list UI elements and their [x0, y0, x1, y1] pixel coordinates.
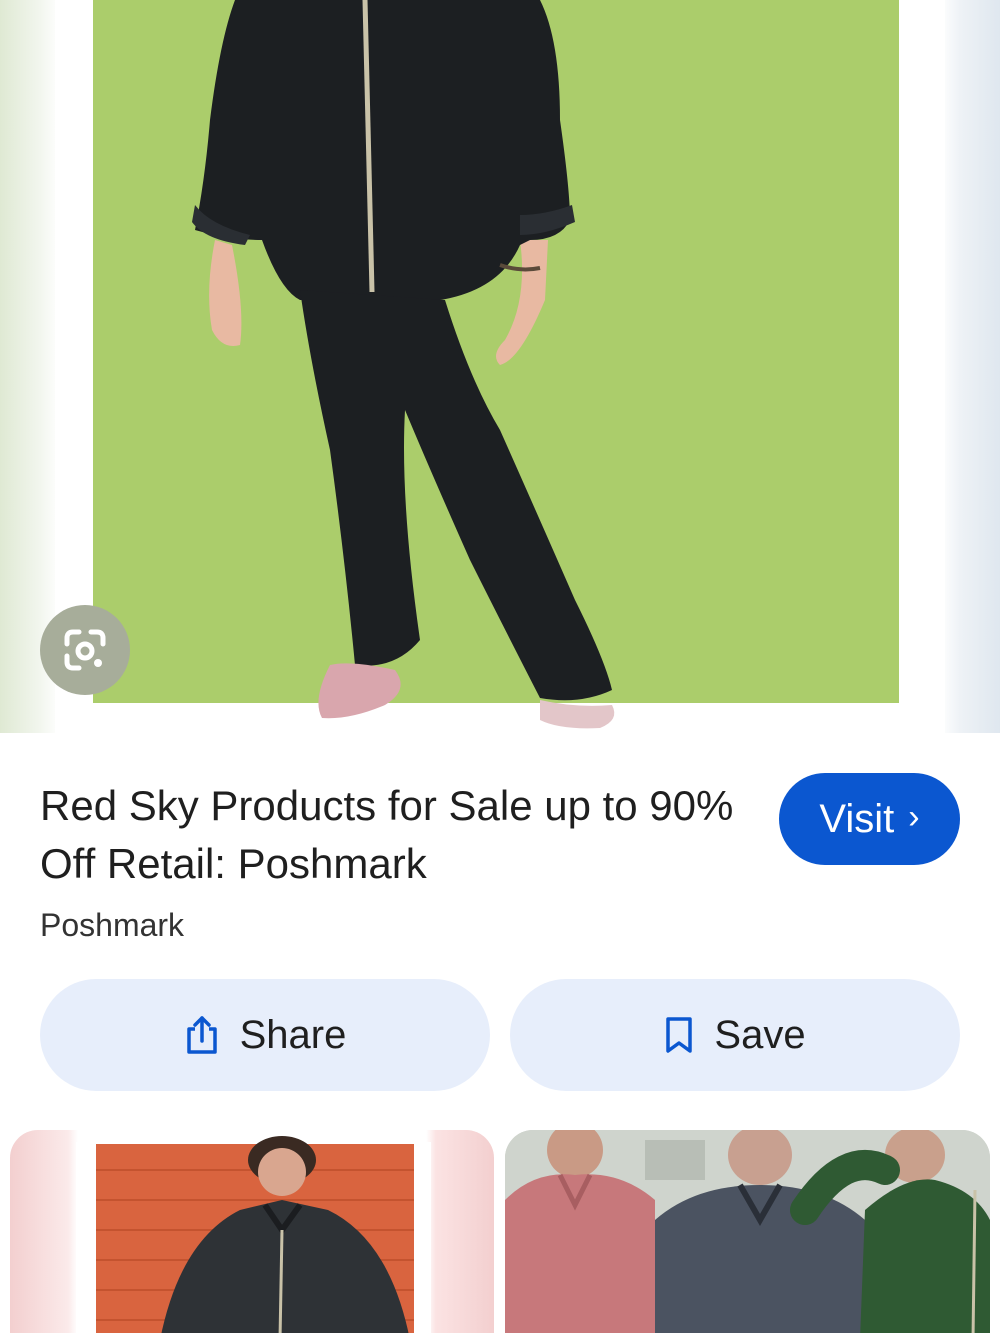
share-icon [186, 1016, 217, 1054]
related-image-2[interactable] [505, 1130, 990, 1333]
result-source: Poshmark [40, 907, 185, 943]
related-image-1-graphic [76, 1136, 431, 1333]
main-image[interactable] [0, 0, 1000, 733]
share-label: Share [239, 1012, 347, 1057]
save-label: Save [714, 1012, 806, 1057]
visit-button[interactable]: Visit › [779, 773, 960, 865]
chevron-right-icon: › [908, 797, 920, 836]
share-button[interactable]: Share [40, 979, 490, 1091]
related-image-1[interactable] [10, 1130, 494, 1333]
related-image-2-graphic [505, 1130, 990, 1333]
visit-label: Visit [819, 796, 895, 841]
lens-search-button[interactable] [40, 605, 130, 695]
result-title[interactable]: Red Sky Products for Sale up to 90% Off … [40, 777, 740, 893]
save-button[interactable]: Save [510, 979, 960, 1091]
jumpsuit-figure [192, 0, 615, 729]
google-lens-icon [64, 629, 106, 671]
result-info-panel: Red Sky Products for Sale up to 90% Off … [0, 733, 1000, 1333]
bookmark-icon [666, 1017, 693, 1053]
